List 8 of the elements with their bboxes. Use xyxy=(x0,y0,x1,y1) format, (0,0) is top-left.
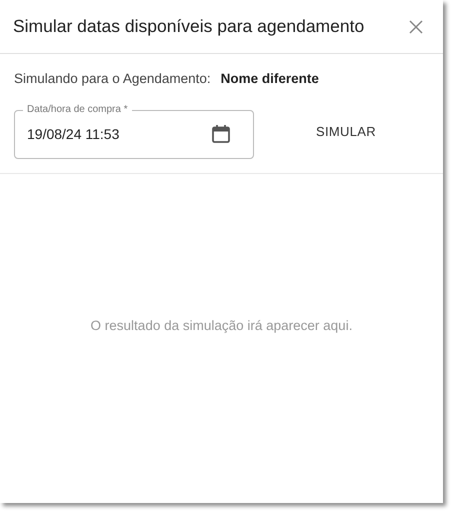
simulate-button[interactable]: SIMULAR xyxy=(304,118,388,145)
info-label: Simulando para o Agendamento: xyxy=(14,71,211,86)
calendar-icon[interactable] xyxy=(211,124,231,144)
date-time-field[interactable]: Data/hora de compra * 19/08/24 11:53 xyxy=(14,104,254,159)
dialog-title: Simular datas disponíveis para agendamento xyxy=(13,16,364,37)
info-value: Nome diferente xyxy=(220,71,319,86)
empty-message: O resultado da simulação irá aparecer aqui. xyxy=(90,318,352,335)
close-icon xyxy=(409,20,423,34)
